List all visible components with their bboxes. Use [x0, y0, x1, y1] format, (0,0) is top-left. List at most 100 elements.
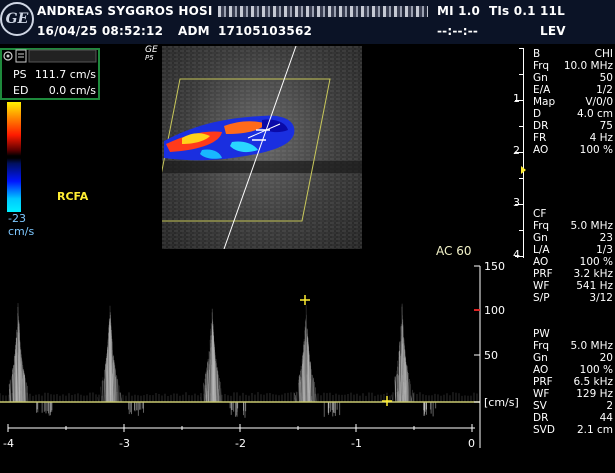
spectral-waveforms	[0, 303, 477, 418]
color-velocity-bar	[7, 102, 21, 212]
pw-params-row: PW	[533, 328, 615, 340]
cf-params-row: S/P 3/12	[533, 292, 615, 304]
spectral-sample	[27, 386, 28, 402]
param-key: D	[533, 108, 541, 120]
operator: ADM	[178, 24, 210, 38]
ps-label: PS	[13, 68, 27, 81]
param-value: 3.2 kHz	[553, 268, 613, 280]
param-value: 1/2	[553, 84, 613, 96]
spectral-sample	[412, 390, 413, 402]
param-key: PRF	[533, 376, 553, 388]
mechanical-index: MI 1.0	[437, 4, 480, 18]
param-key: Gn	[533, 232, 548, 244]
pw-params-row: Gn 20	[533, 352, 615, 364]
cf-params-row: L/A 1/3	[533, 244, 615, 256]
spectral-sample	[219, 378, 220, 402]
measurement-icons	[2, 48, 98, 64]
report-icon	[16, 50, 26, 62]
ed-value: 0.0 cm/s	[49, 84, 96, 97]
param-value: 6.5 kHz	[553, 376, 613, 388]
param-value: 75	[553, 120, 613, 132]
param-key: DR	[533, 120, 548, 132]
colorbar-min-label: -23	[8, 212, 26, 225]
probe-name: 11L	[540, 4, 565, 18]
pw-params-row: Frq 5.0 MHz	[533, 340, 615, 352]
colorbar-unit-label: cm/s	[8, 225, 34, 238]
param-value: 100 %	[553, 144, 613, 156]
time-tick-0: 0	[468, 437, 475, 450]
p5-mark: P5	[145, 54, 154, 62]
bmode-params-row: FR 4 Hz	[533, 132, 615, 144]
param-value: 5.0 MHz	[553, 220, 613, 232]
depth-label-3: 3	[513, 196, 520, 209]
param-value: 2.1 cm	[553, 424, 613, 436]
time-tick-minus3: -3	[119, 437, 130, 450]
bmode-params-row: DR 75	[533, 120, 615, 132]
param-key: Frq	[533, 340, 549, 352]
ge-logo: GE	[0, 2, 34, 36]
cf-params-row: AO 100 %	[533, 256, 615, 268]
focus-marker-icon	[521, 166, 526, 174]
header-bar: GE ANDREAS SYGGROS HOSI 16/04/25 08:52:1…	[0, 0, 615, 44]
ed-label: ED	[13, 84, 28, 97]
timer-dashes: --:--:--	[437, 24, 478, 38]
param-value: 44	[553, 412, 613, 424]
cf-params-row: WF 541 Hz	[533, 280, 615, 292]
pw-params-row: DR 44	[533, 412, 615, 424]
param-key: Map	[533, 96, 555, 108]
bmode-params-row: Map V/0/0	[533, 96, 615, 108]
param-value: 129 Hz	[553, 388, 613, 400]
cf-params-row: PRF 3.2 kHz	[533, 268, 615, 280]
record-icon	[4, 52, 12, 60]
param-value: 541 Hz	[553, 280, 613, 292]
velocity-tick-150: 150	[484, 260, 505, 273]
param-value: CHI	[553, 48, 613, 60]
param-value: 4.0 cm	[553, 108, 613, 120]
param-key: Gn	[533, 72, 548, 84]
ps-value: 111.7 cm/s	[35, 68, 96, 81]
param-key: B	[533, 48, 540, 60]
ac-label: AC 60	[436, 244, 471, 258]
param-key: AO	[533, 256, 548, 268]
cf-params-row: Gn 23	[533, 232, 615, 244]
ed-row: ED 0.0 cm/s	[2, 82, 98, 100]
param-key: PRF	[533, 268, 553, 280]
depth-label-1: 1	[513, 92, 520, 105]
bmode-params-row: B CHI	[533, 48, 615, 60]
time-tick-minus1: -1	[351, 437, 362, 450]
ps-caliper[interactable]	[300, 295, 310, 305]
pw-params-row: SVD 2.1 cm	[533, 424, 615, 436]
bmode-params-row: Gn 50	[533, 72, 615, 84]
bmode-overlay	[162, 46, 362, 249]
param-value: V/0/0	[553, 96, 613, 108]
param-key: CF	[533, 208, 546, 220]
param-key: Gn	[533, 352, 548, 364]
velocity-tick-50: 50	[484, 349, 498, 362]
param-value: 20	[553, 352, 613, 364]
thermal-index: TIs 0.1	[489, 4, 536, 18]
param-key: FR	[533, 132, 546, 144]
spectral-doppler-trace[interactable]	[0, 258, 515, 458]
param-value: 23	[553, 232, 613, 244]
time-tick-minus4: -4	[3, 437, 14, 450]
bmode-params-row: AO 100 %	[533, 144, 615, 156]
param-key: Frq	[533, 60, 549, 72]
ed-caliper[interactable]	[382, 396, 392, 406]
hospital-name: ANDREAS SYGGROS HOSI	[37, 4, 212, 18]
param-value: 1/3	[553, 244, 613, 256]
param-value: 50	[553, 72, 613, 84]
param-key: AO	[533, 144, 548, 156]
param-value: 100 %	[553, 364, 613, 376]
param-key: WF	[533, 388, 549, 400]
param-key: PW	[533, 328, 550, 340]
param-key: L/A	[533, 244, 550, 256]
pw-params-row: PRF 6.5 kHz	[533, 376, 615, 388]
preset-name: LEV	[540, 24, 566, 38]
param-value: 2	[553, 400, 613, 412]
param-key: E/A	[533, 84, 550, 96]
param-value: 3/12	[553, 292, 613, 304]
cf-params-row: CF	[533, 208, 615, 220]
bmode-image[interactable]	[162, 46, 362, 249]
bmode-params-row: D 4.0 cm	[533, 108, 615, 120]
depth-label-2: 2	[513, 144, 520, 157]
